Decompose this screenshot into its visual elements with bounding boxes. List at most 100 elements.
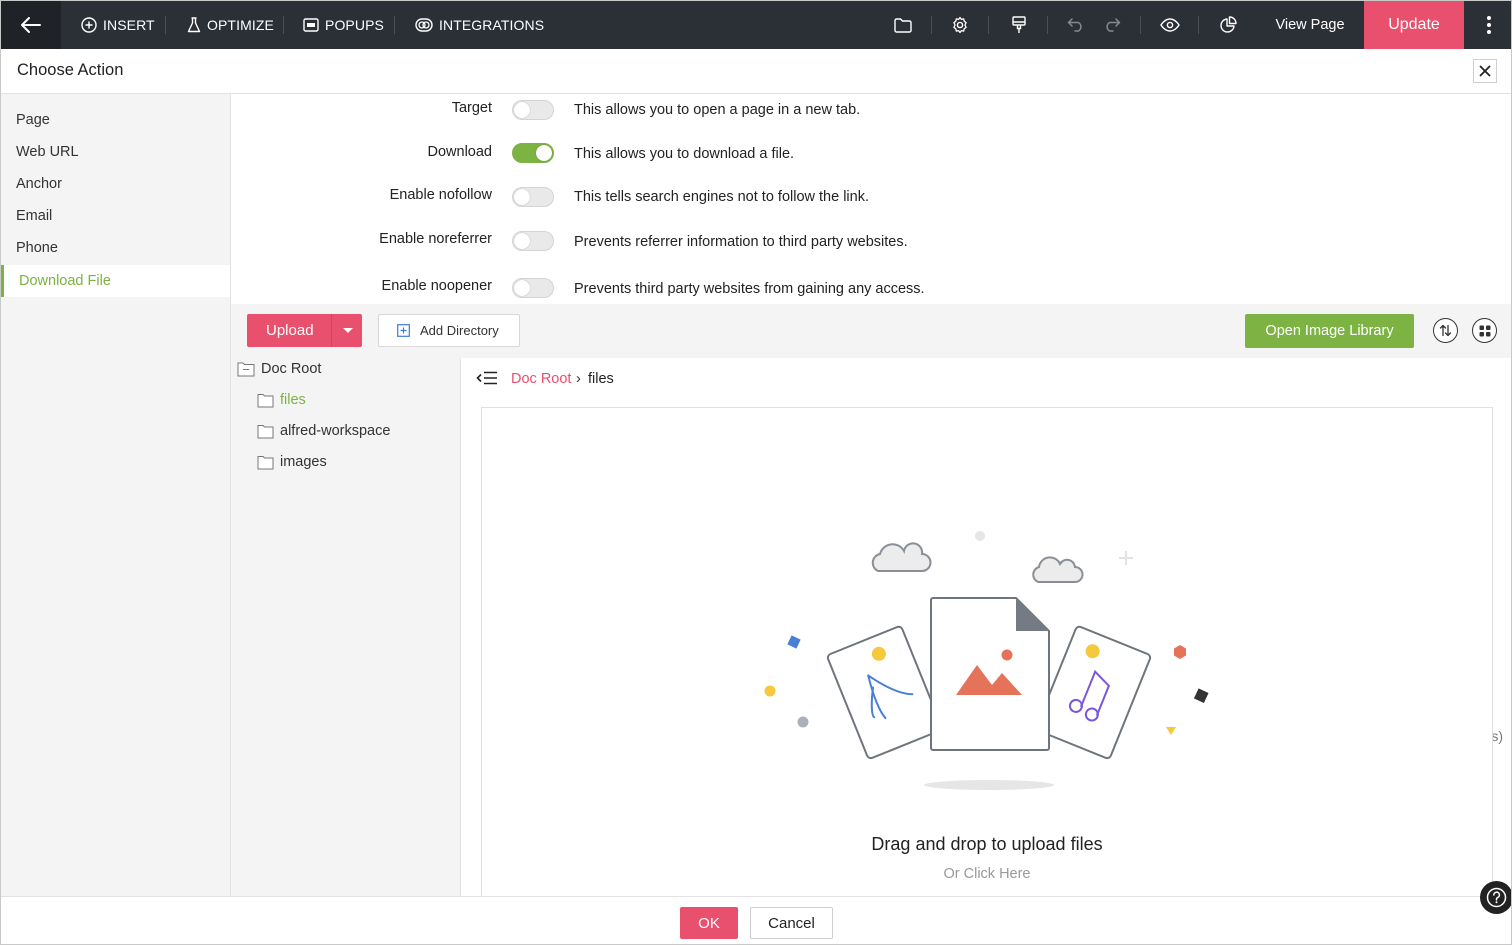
insert-menu[interactable]: INSERT — [81, 1, 155, 49]
undo-icon — [1067, 18, 1082, 32]
tree-folder-label: images — [280, 454, 327, 470]
ok-button[interactable]: OK — [680, 907, 738, 939]
toggle-knob — [536, 145, 552, 161]
divider — [1047, 16, 1048, 34]
integrations-label: INTEGRATIONS — [439, 17, 545, 33]
divider — [1198, 16, 1199, 34]
folder-icon — [257, 455, 274, 469]
add-directory-button[interactable]: Add Directory — [378, 314, 520, 347]
tree-folder-label: alfred-workspace — [280, 423, 391, 439]
settings-button[interactable] — [948, 13, 972, 37]
action-type-sidebar: Page Web URL Anchor Email Phone Download… — [1, 94, 231, 896]
noopener-option-label: Enable noopener — [381, 278, 492, 294]
divider — [931, 16, 932, 34]
sort-button[interactable] — [1433, 318, 1458, 343]
integrations-icon — [415, 18, 433, 32]
redo-button[interactable] — [1100, 13, 1124, 37]
undo-button[interactable] — [1064, 13, 1088, 37]
target-toggle[interactable] — [512, 100, 554, 120]
collapse-menu-icon — [476, 371, 497, 385]
pie-chart-icon — [1220, 16, 1237, 33]
style-button[interactable] — [1007, 13, 1031, 37]
nofollow-option-label: Enable nofollow — [389, 187, 492, 203]
help-button[interactable] — [1480, 881, 1511, 914]
upload-illustration — [764, 531, 1209, 790]
view-page-button[interactable]: View Page — [1265, 1, 1355, 49]
breadcrumb-current: files — [588, 371, 614, 387]
dropzone-title: Drag and drop to upload files — [871, 834, 1103, 854]
dialog-header: Choose Action — [1, 49, 1511, 94]
sidebar-item-phone[interactable]: Phone — [1, 232, 230, 264]
integrations-menu[interactable]: INTEGRATIONS — [415, 1, 544, 49]
preview-button[interactable] — [1158, 13, 1182, 37]
noreferrer-option-description: Prevents referrer information to third p… — [574, 234, 908, 250]
insert-label: INSERT — [103, 17, 155, 33]
popup-window-icon — [303, 18, 319, 32]
popups-menu[interactable]: POPUPS — [303, 1, 384, 49]
tree-folder-label: files — [280, 392, 306, 408]
dropzone-click-link[interactable]: Or Click Here — [481, 866, 1493, 882]
close-button[interactable] — [1473, 59, 1497, 83]
sidebar-item-email[interactable]: Email — [1, 200, 230, 232]
noopener-toggle[interactable] — [512, 278, 554, 298]
sidebar-item-download-file[interactable]: Download File — [1, 265, 230, 297]
noreferrer-option-label: Enable noreferrer — [379, 231, 492, 247]
app-window: INSERT OPTIMIZE POPUPS INTEGRATIONS View… — [0, 0, 1512, 945]
grid-icon — [1479, 325, 1490, 336]
toggle-knob — [514, 280, 530, 296]
paint-brush-icon — [1012, 16, 1026, 33]
breadcrumb: 0 Item(s) — [461, 358, 1511, 744]
breadcrumb-separator: › — [576, 371, 581, 387]
download-toggle[interactable] — [512, 143, 554, 163]
upload-button[interactable]: Upload — [247, 314, 362, 347]
editor-toolbar: INSERT OPTIMIZE POPUPS INTEGRATIONS View… — [1, 1, 1511, 49]
target-option-label: Target — [451, 100, 492, 116]
more-options-button[interactable] — [1464, 1, 1511, 49]
update-button[interactable]: Update — [1364, 1, 1464, 49]
add-directory-label: Add Directory — [420, 323, 499, 338]
folder-icon — [257, 393, 274, 407]
noreferrer-toggle[interactable] — [512, 231, 554, 251]
upload-label: Upload — [266, 322, 314, 339]
flask-icon — [187, 17, 201, 33]
analytics-button[interactable] — [1216, 13, 1240, 37]
folder-button[interactable] — [891, 13, 915, 37]
caret-down-icon[interactable] — [343, 328, 353, 333]
cancel-button[interactable]: Cancel — [750, 907, 833, 939]
tree-root-doc-root[interactable]: Doc Root — [237, 361, 321, 377]
tree-root-label: Doc Root — [261, 361, 322, 377]
sidebar-item-anchor[interactable]: Anchor — [1, 168, 230, 200]
target-option-description: This allows you to open a page in a new … — [574, 102, 861, 118]
toggle-knob — [514, 233, 530, 249]
open-image-library-button[interactable]: Open Image Library — [1245, 314, 1414, 348]
toggle-knob — [514, 189, 530, 205]
close-icon — [1479, 65, 1491, 77]
download-option-label: Download — [427, 144, 493, 160]
optimize-label: OPTIMIZE — [207, 17, 274, 33]
gear-icon — [953, 16, 967, 34]
upload-dropzone[interactable] — [481, 407, 1493, 907]
add-folder-icon — [397, 324, 410, 337]
eye-icon — [1160, 18, 1180, 32]
optimize-menu[interactable]: OPTIMIZE — [187, 1, 274, 49]
sidebar-item-web-url[interactable]: Web URL — [1, 136, 230, 168]
divider — [283, 16, 284, 34]
tree-folder-alfred-workspace[interactable]: alfred-workspace — [257, 423, 390, 439]
help-question-icon — [1486, 887, 1507, 908]
sort-arrows-icon — [1439, 324, 1452, 337]
sidebar-item-page[interactable]: Page — [1, 104, 230, 136]
folder-open-icon — [237, 362, 255, 377]
popups-label: POPUPS — [325, 17, 384, 33]
nofollow-toggle[interactable] — [512, 187, 554, 207]
tree-folder-images[interactable]: images — [257, 454, 327, 470]
back-button[interactable] — [1, 1, 61, 49]
toggle-knob — [514, 102, 530, 118]
breadcrumb-doc-root[interactable]: Doc Root — [511, 371, 571, 387]
tree-folder-files[interactable]: files — [257, 392, 306, 408]
divider — [988, 16, 989, 34]
divider — [1140, 16, 1141, 34]
collapse-tree-button[interactable] — [476, 371, 498, 389]
grid-view-button[interactable] — [1472, 318, 1497, 343]
download-option-description: This allows you to download a file. — [574, 146, 795, 162]
arrow-left-icon — [21, 17, 41, 33]
